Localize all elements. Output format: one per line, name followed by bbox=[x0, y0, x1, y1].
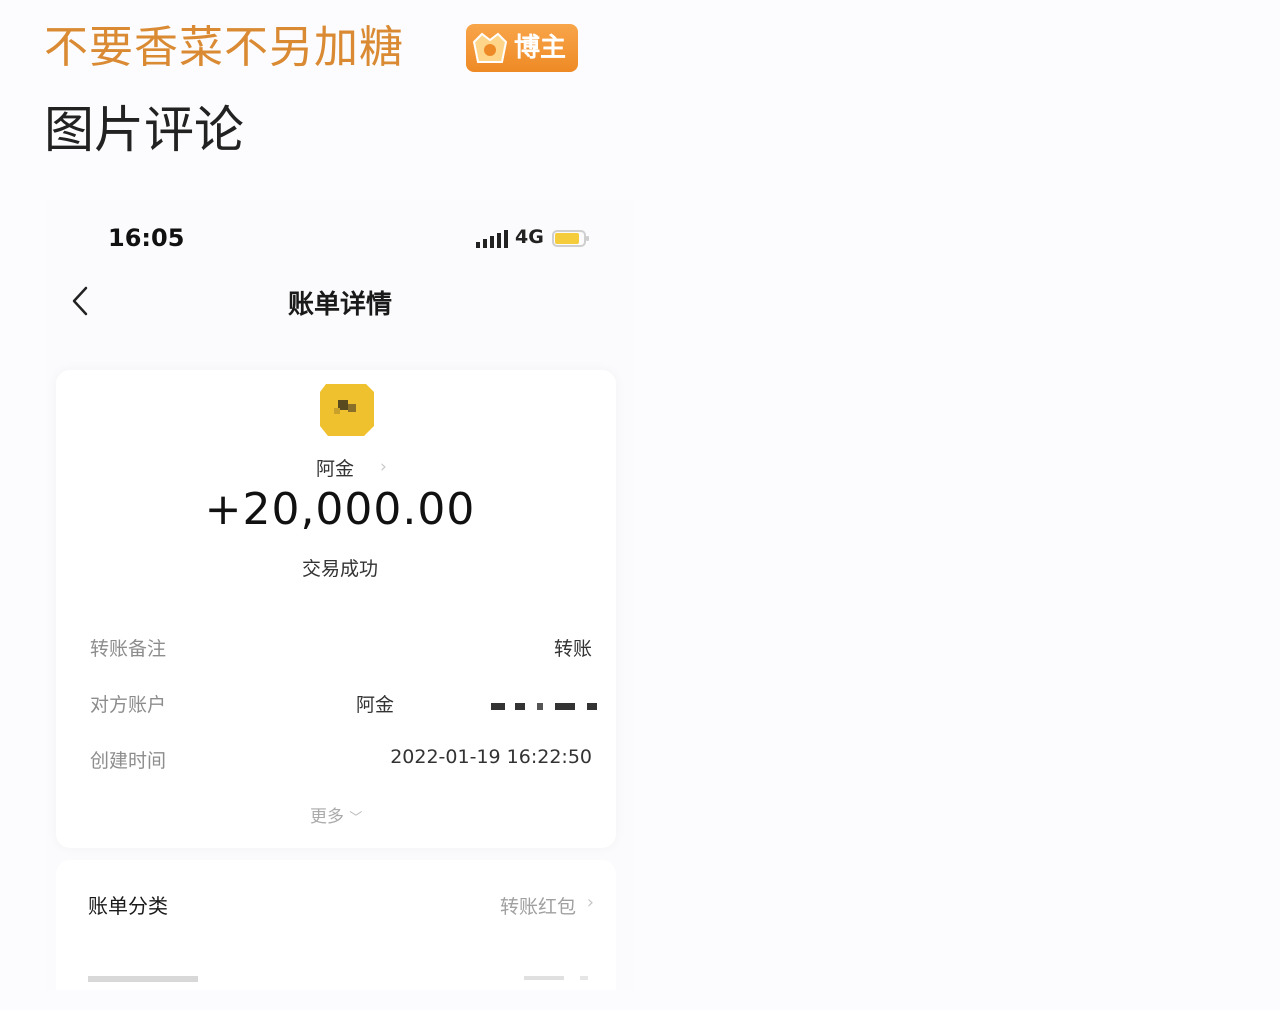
row-account-value: 阿金 bbox=[355, 694, 394, 716]
blogger-badge: 博主 bbox=[466, 24, 578, 72]
section-title: 图片评论 bbox=[44, 101, 244, 159]
row-remark-label: 转账备注 bbox=[90, 638, 167, 660]
transaction-amount: +20,000.00 bbox=[204, 484, 476, 535]
status-time: 16:05 bbox=[108, 224, 185, 252]
network-type: 4G bbox=[515, 226, 544, 248]
chevron-right-icon: › bbox=[380, 457, 387, 477]
row-remark-value: 转账 bbox=[553, 638, 592, 660]
badge-label: 博主 bbox=[514, 33, 567, 63]
category-label: 账单分类 bbox=[88, 894, 168, 918]
payee-name[interactable]: 阿金 bbox=[316, 454, 354, 481]
row-time-label: 创建时间 bbox=[90, 750, 167, 772]
cut-off-row bbox=[88, 976, 588, 982]
row-time-value: 2022-01-19 16:22:50 bbox=[390, 746, 592, 768]
signal-icon bbox=[476, 230, 508, 248]
more-toggle[interactable]: 更多 ﹀ bbox=[310, 802, 362, 827]
comment-username[interactable]: 不要香菜不另加糖 bbox=[44, 18, 404, 78]
transaction-status: 交易成功 bbox=[301, 558, 378, 580]
masked-account bbox=[491, 703, 597, 710]
phone-screenshot[interactable]: 16:05 4G 账单详情 阿金 › +20,000.00 交易成功 转账备注 … bbox=[46, 200, 634, 990]
chevron-right-icon: › bbox=[586, 892, 594, 913]
chevron-down-icon: ﹀ bbox=[349, 811, 363, 826]
category-value[interactable]: 转账红包 bbox=[500, 892, 576, 919]
page-title: 账单详情 bbox=[287, 290, 392, 320]
more-label: 更多 bbox=[310, 807, 344, 827]
badge-crown-icon bbox=[472, 32, 508, 63]
category-card bbox=[56, 860, 616, 990]
battery-icon bbox=[552, 230, 589, 247]
row-account-label: 对方账户 bbox=[90, 694, 167, 716]
payee-avatar[interactable] bbox=[316, 378, 380, 442]
weibo-comment-page: 不要香菜不另加糖 博主 图片评论 16:05 4G 账单详情 阿金 › +20,… bbox=[0, 0, 1280, 1010]
